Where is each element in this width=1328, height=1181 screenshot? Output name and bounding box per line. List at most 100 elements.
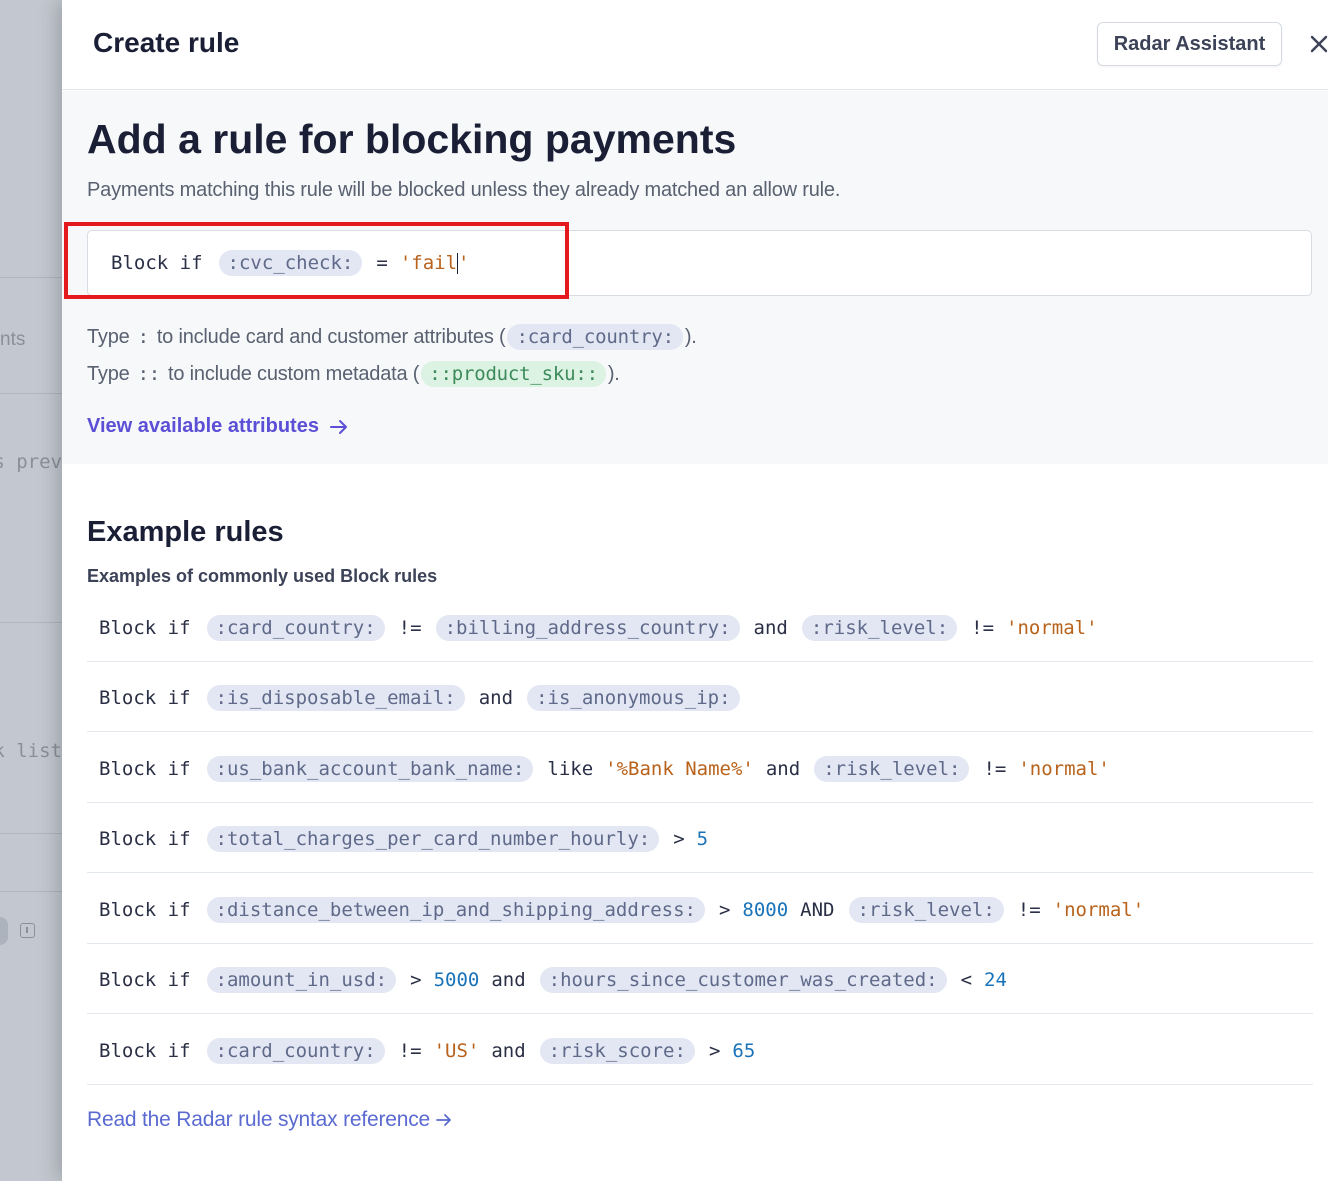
modal-header: Create rule Radar Assistant: [62, 0, 1328, 90]
rule-operator: !=: [971, 616, 995, 639]
string-value: '%Bank Name%': [605, 757, 754, 780]
attribute-pill: :is_disposable_email:: [206, 685, 465, 712]
hint-attr-symbol: :: [137, 326, 149, 348]
attribute-pill: :risk_level:: [801, 614, 958, 641]
hint-attr-example-pill: :card_country:: [507, 324, 683, 350]
string-value: 'normal': [1006, 616, 1098, 639]
rule-keyword: Block if: [99, 828, 191, 851]
rule-value: 'fail: [399, 252, 458, 274]
rule-keyword: Block if: [99, 1039, 191, 1062]
example-rule-row[interactable]: Block if :us_bank_account_bank_name: like '…: [87, 732, 1313, 803]
example-rule-row[interactable]: Block if:card_country: != 'US' and:risk_sco…: [87, 1014, 1313, 1085]
radar-assistant-button[interactable]: Radar Assistant: [1097, 22, 1282, 66]
rule-operator: and: [478, 687, 514, 710]
rule-operator: like: [547, 757, 594, 780]
attribute-pill: :risk_level:: [848, 896, 1004, 923]
rule-operator: and: [491, 969, 526, 992]
hint-type-word: Type: [87, 362, 130, 385]
number-value: 5000: [433, 969, 480, 992]
hint-meta-text: to include custom metadata (: [168, 362, 420, 385]
example-rule-row[interactable]: Block if :amount_in_usd: >5000 and :hours_si…: [87, 944, 1313, 1014]
example-rules-list: Block if :card_country: != :billing_address…: [87, 591, 1313, 1085]
rule-operator: AND: [800, 898, 835, 921]
background-divider: [0, 393, 62, 394]
rule-attribute-pill: :cvc_check:: [218, 250, 363, 276]
background-divider: [0, 277, 62, 278]
background-text-fragment: ts prev: [0, 451, 62, 473]
number-value: 65: [732, 1039, 756, 1062]
rule-editor-section: Add a rule for blocking payments Payment…: [62, 91, 1328, 464]
rule-keyword: Block if: [99, 616, 191, 639]
attribute-pill: :is_anonymous_ip:: [527, 685, 740, 712]
rule-syntax-reference-link[interactable]: Read the Radar rule syntax reference: [87, 1108, 452, 1132]
close-button[interactable]: [1305, 30, 1328, 58]
hint-type-word: Type: [87, 325, 130, 348]
attribute-hint: Type : to include card and customer attr…: [87, 324, 697, 350]
rule-input[interactable]: Block if :cvc_check: = 'fail ': [87, 230, 1312, 296]
syntax-reference-label: Read the Radar rule syntax reference: [87, 1108, 430, 1131]
hint-close-paren: ).: [684, 325, 697, 348]
attribute-pill: :amount_in_usd:: [206, 967, 397, 994]
info-icon: [20, 923, 35, 938]
attribute-pill: :card_country:: [206, 1037, 385, 1064]
rule-operator: and: [753, 616, 788, 639]
background-page: nts ts prev k list: [0, 0, 70, 1181]
rule-operator: and: [765, 757, 801, 780]
number-value: 5: [696, 828, 709, 851]
attribute-pill: :billing_address_country:: [435, 614, 740, 641]
string-value: 'normal': [1018, 757, 1110, 780]
rule-operator: =: [376, 252, 388, 274]
view-available-attributes-link[interactable]: View available attributes: [87, 415, 349, 438]
example-rule-row[interactable]: Block if :card_country: != :billing_address…: [87, 591, 1313, 662]
rule-operator: !=: [398, 1039, 422, 1062]
string-value: 'normal': [1052, 898, 1145, 921]
attribute-pill: :card_country:: [206, 614, 385, 641]
create-rule-modal: Create rule Radar Assistant Add a rule f…: [62, 0, 1328, 1181]
page-title: Add a rule for blocking payments: [87, 116, 737, 162]
background-divider: [0, 833, 62, 834]
rule-operator: >: [410, 969, 422, 992]
hint-close-paren: ).: [607, 362, 620, 385]
rule-keyword: Block if: [99, 687, 191, 710]
background-divider: [0, 622, 62, 623]
rule-operator: >: [718, 898, 731, 921]
modal-title: Create rule: [93, 27, 240, 58]
background-text-fragment: k list: [0, 740, 62, 762]
rule-keyword: Block if: [99, 969, 191, 992]
example-rule-row[interactable]: Block if :is_disposable_email: and :is_anon…: [87, 662, 1313, 732]
example-rule-row[interactable]: Block if :distance_between_ip_and_shippin…: [87, 873, 1313, 944]
rule-operator: !=: [983, 757, 1007, 780]
rule-keyword: Block if: [99, 898, 191, 921]
examples-heading: Example rules: [87, 516, 284, 548]
rule-keyword: Block if: [99, 757, 191, 780]
attribute-pill: :total_charges_per_card_number_hourly:: [206, 826, 660, 853]
view-attributes-label: View available attributes: [87, 415, 319, 437]
rule-operator: !=: [398, 616, 422, 639]
number-value: 24: [984, 969, 1007, 992]
number-value: 8000: [742, 898, 789, 921]
rule-operator: <: [960, 969, 973, 992]
hint-attr-text: to include card and customer attributes …: [156, 325, 506, 348]
rule-operator: !=: [1017, 898, 1041, 921]
rule-keyword: Block if: [111, 252, 203, 274]
attribute-pill: :us_bank_account_bank_name:: [206, 755, 534, 782]
example-rule-row[interactable]: Block if :total_charges_per_card_number_h…: [87, 803, 1313, 873]
page-subtitle: Payments matching this rule will be bloc…: [87, 179, 841, 201]
rule-operator: >: [708, 1039, 721, 1062]
attribute-pill: :distance_between_ip_and_shipping_addres…: [206, 896, 705, 923]
rule-operator: >: [673, 828, 685, 851]
attribute-pill: :risk_level:: [814, 755, 970, 782]
attribute-pill: :hours_since_customer_was_created:: [539, 967, 947, 994]
hint-meta-symbol: ::: [137, 363, 161, 385]
metadata-hint: Type :: to include custom metadata ( ::p…: [87, 361, 620, 387]
arrow-right-icon: [436, 1114, 451, 1126]
examples-subtitle: Examples of commonly used Block rules: [87, 566, 438, 586]
rule-value-close-quote: ': [458, 252, 470, 274]
hint-meta-example-pill: ::product_sku::: [421, 361, 606, 387]
string-value: 'US': [433, 1039, 480, 1062]
background-divider: [0, 891, 62, 892]
arrow-right-icon: [329, 419, 347, 434]
close-icon: [1310, 35, 1328, 53]
background-text-fragment: nts: [0, 329, 26, 350]
attribute-pill: :risk_score:: [539, 1037, 695, 1064]
